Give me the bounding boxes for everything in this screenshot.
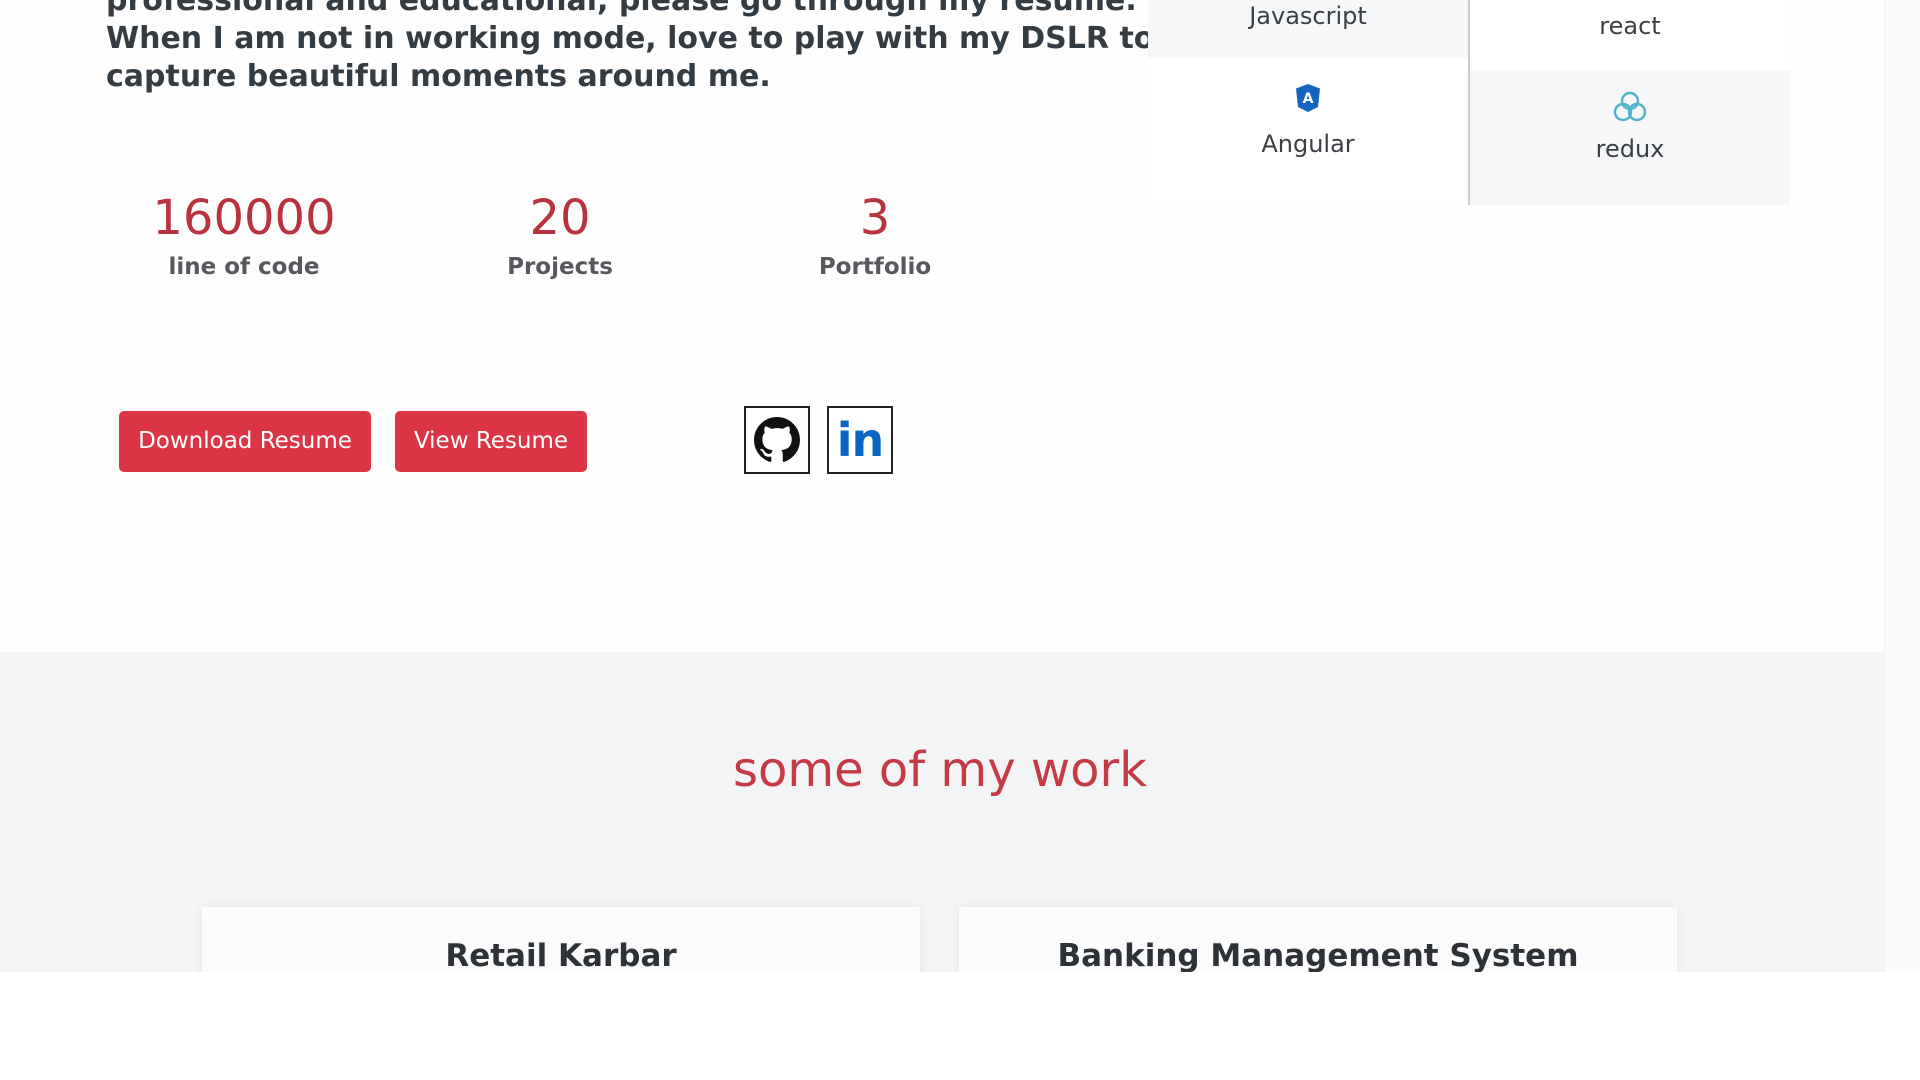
project-card-banking-management-system[interactable]: Banking Management System bbox=[959, 907, 1677, 972]
svg-text:A: A bbox=[1303, 91, 1314, 107]
stat-label: line of code bbox=[168, 254, 320, 280]
download-resume-button[interactable]: Download Resume bbox=[119, 411, 371, 472]
redux-icon bbox=[1613, 91, 1647, 122]
bio-line: professional and educational, please go … bbox=[106, 0, 1137, 18]
portfolio-page: professional and educational, please go … bbox=[0, 0, 1920, 1080]
stat-value: 20 bbox=[529, 190, 591, 246]
linkedin-icon: in bbox=[836, 413, 885, 467]
bio-line: capture beautiful moments around me. bbox=[106, 59, 771, 94]
bio-line: When I am not in working mode, love to p… bbox=[106, 21, 1155, 56]
skill-label: Javascript bbox=[1249, 2, 1367, 30]
work-section: some of my work Retail Karbar Banking Ma… bbox=[0, 652, 1920, 972]
about-section: professional and educational, please go … bbox=[0, 0, 1920, 652]
skill-javascript: Javascript bbox=[1148, 0, 1468, 58]
skill-label: Angular bbox=[1261, 130, 1355, 158]
stat-lines-of-code: 160000 line of code bbox=[114, 190, 374, 282]
skill-label: react bbox=[1599, 12, 1661, 40]
project-card-title: Retail Karbar bbox=[445, 938, 677, 972]
bottom-blank-area bbox=[0, 972, 1920, 1080]
stat-value: 3 bbox=[859, 190, 891, 246]
stat-portfolio: 3 Portfolio bbox=[745, 190, 1005, 282]
stat-projects: 20 Projects bbox=[430, 190, 690, 282]
angular-icon: A bbox=[1296, 84, 1320, 112]
work-section-title: some of my work bbox=[732, 742, 1148, 798]
stat-value: 160000 bbox=[152, 190, 336, 246]
stat-label: Projects bbox=[507, 254, 613, 280]
project-card-title: Banking Management System bbox=[1057, 938, 1579, 972]
project-card-retail-karbar[interactable]: Retail Karbar bbox=[202, 907, 920, 972]
skill-label: redux bbox=[1595, 135, 1665, 163]
skill-angular: A Angular bbox=[1148, 58, 1468, 205]
skill-react: react bbox=[1470, 0, 1790, 70]
linkedin-link[interactable]: in bbox=[827, 406, 893, 474]
stat-label: Portfolio bbox=[818, 254, 932, 280]
skill-redux: redux bbox=[1470, 70, 1790, 205]
github-link[interactable] bbox=[744, 406, 810, 474]
page-scroll-edge bbox=[1884, 0, 1920, 972]
view-resume-button[interactable]: View Resume bbox=[395, 411, 587, 472]
about-bio: professional and educational, please go … bbox=[106, 0, 1155, 96]
skills-divider bbox=[1468, 0, 1470, 205]
github-icon bbox=[754, 417, 800, 462]
